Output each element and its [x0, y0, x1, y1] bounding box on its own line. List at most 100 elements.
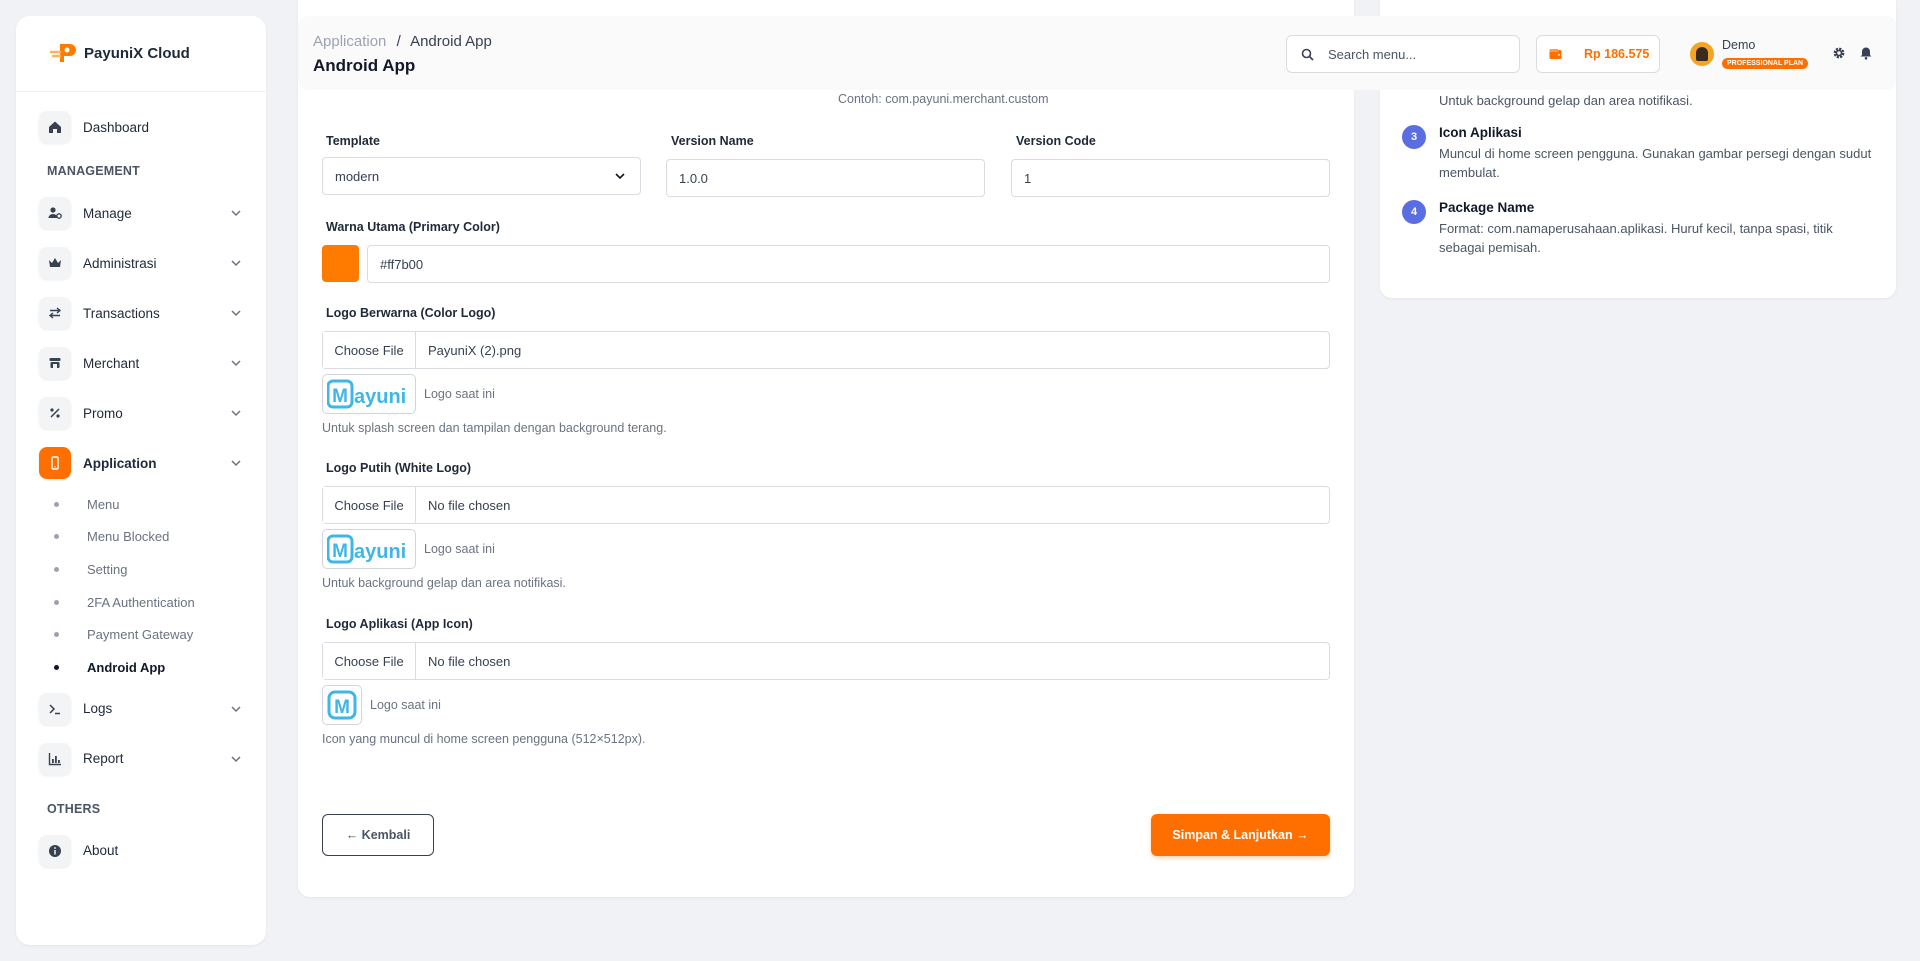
color-logo-help: Untuk splash screen dan tampilan dengan …: [322, 421, 667, 435]
sidebar-item-label: Transactions: [83, 305, 160, 321]
primary-color-label: Warna Utama (Primary Color): [326, 220, 500, 234]
primary-color-input[interactable]: #ff7b00: [367, 245, 1330, 283]
save-continue-button[interactable]: Simpan & Lanjutkan →: [1151, 814, 1330, 856]
user-gear-icon: [39, 197, 71, 229]
sidebar-subitem-label: Setting: [87, 561, 128, 577]
logo-letter: M: [332, 386, 348, 407]
bar-chart-icon: [39, 742, 71, 775]
percent-icon: [39, 397, 71, 429]
app-icon-label: Logo Aplikasi (App Icon): [326, 617, 473, 631]
user-menu[interactable]: Demo PROFESSIONAL PLAN: [1690, 38, 1809, 69]
sidebar-subitem-setting[interactable]: Setting: [16, 553, 266, 586]
sidebar-item-label: Merchant: [83, 355, 140, 371]
sidebar-item-about[interactable]: About: [16, 826, 266, 876]
chevron-down-icon: [231, 310, 241, 317]
version-code-input[interactable]: 1: [1011, 159, 1330, 197]
sidebar-subitem-menu[interactable]: Menu: [16, 488, 266, 521]
file-name: No file chosen: [428, 497, 511, 513]
sidebar-subitem-label: Menu: [87, 496, 120, 512]
bell-icon[interactable]: [1859, 46, 1873, 60]
arrows-exchange-icon: [39, 297, 71, 329]
chevron-down-icon: [231, 756, 241, 762]
payuni-logo-icon: M ayuni: [327, 534, 406, 564]
wallet-icon: [1549, 49, 1562, 59]
section-title-others: OTHERS: [47, 801, 101, 816]
step-number: 4: [1402, 200, 1426, 224]
sidebar-subitem-payment-gateway[interactable]: Payment Gateway: [16, 618, 266, 651]
sidebar-item-report[interactable]: Report: [16, 734, 266, 784]
brand[interactable]: PayuniX Cloud: [16, 16, 266, 92]
bullet-icon: [54, 534, 59, 540]
package-hint: Contoh: com.payuni.merchant.custom: [838, 92, 1049, 106]
sidebar-item-application[interactable]: Application: [16, 438, 266, 488]
search-box[interactable]: [1286, 35, 1520, 73]
chevron-down-icon: [615, 173, 625, 180]
info-icon: [39, 834, 71, 867]
breadcrumb-parent-link[interactable]: Application: [313, 33, 386, 50]
choose-file-button[interactable]: Choose File: [323, 332, 416, 368]
sidebar-item-label: Dashboard: [83, 119, 150, 135]
step-title: Package Name: [1439, 200, 1535, 215]
sidebar-item-label: Application: [83, 455, 157, 471]
home-icon: [39, 111, 71, 143]
logo-text: ayuni: [354, 541, 406, 563]
search-input[interactable]: [1328, 46, 1498, 62]
step-desc: Format: com.namaperusahaan.aplikasi. Hur…: [1439, 221, 1833, 255]
gear-icon[interactable]: [1832, 46, 1846, 60]
sidebar-subitem-menu-blocked[interactable]: Menu Blocked: [16, 521, 266, 554]
sidebar-subitem-label: Android App: [87, 659, 166, 675]
white-logo-preview: M ayuni: [322, 529, 416, 569]
color-picker-swatch[interactable]: [322, 245, 359, 282]
sidebar-item-promo[interactable]: Promo: [16, 388, 266, 438]
color-logo-file-input[interactable]: Choose File PayuniX (2).png: [322, 331, 1330, 369]
terminal-icon: [39, 692, 71, 725]
sidebar-item-label: Promo: [83, 405, 123, 421]
current-logo-note: Logo saat ini: [370, 698, 441, 712]
breadcrumb-separator: /: [396, 33, 401, 50]
chevron-down-icon: [231, 460, 241, 467]
current-logo-note: Logo saat ini: [424, 542, 495, 556]
file-name: PayuniX (2).png: [428, 342, 522, 358]
sidebar-nav: Dashboard MANAGEMENT Manage Administrasi…: [16, 92, 266, 876]
balance-amount: Rp 186.575: [1584, 47, 1650, 61]
sidebar-item-dashboard[interactable]: Dashboard: [16, 102, 266, 152]
logo-letter: M: [334, 697, 350, 718]
sidebar-item-manage[interactable]: Manage: [16, 188, 266, 238]
app-icon-help: Icon yang muncul di home screen pengguna…: [322, 732, 646, 746]
logo-letter: M: [332, 541, 348, 562]
bullet-icon: [54, 566, 59, 572]
template-select[interactable]: modern: [322, 157, 641, 195]
current-logo-note: Logo saat ini: [424, 387, 495, 401]
app-icon-preview: M: [322, 685, 362, 725]
breadcrumb: Application / Android App: [313, 33, 492, 50]
choose-file-button[interactable]: Choose File: [323, 643, 416, 679]
brand-name: PayuniX Cloud: [84, 45, 190, 62]
choose-file-button[interactable]: Choose File: [323, 487, 416, 523]
sidebar-subitem-2fa[interactable]: 2FA Authentication: [16, 586, 266, 619]
brand-logo-icon: [49, 43, 76, 62]
chevron-down-icon: [231, 706, 241, 712]
template-label: Template: [326, 134, 380, 148]
sidebar-item-logs[interactable]: Logs: [16, 684, 266, 734]
sidebar-item-transactions[interactable]: Transactions: [16, 288, 266, 338]
sidebar-item-administrasi[interactable]: Administrasi: [16, 238, 266, 288]
version-name-input[interactable]: 1.0.0: [666, 159, 985, 197]
chevron-down-icon: [231, 260, 241, 267]
color-logo-label: Logo Berwarna (Color Logo): [326, 306, 496, 320]
app-icon-file-input[interactable]: Choose File No file chosen: [322, 642, 1330, 680]
bullet-icon: [54, 632, 59, 638]
breadcrumb-current: Android App: [410, 33, 492, 50]
sidebar-item-merchant[interactable]: Merchant: [16, 338, 266, 388]
white-logo-label: Logo Putih (White Logo): [326, 461, 472, 475]
back-button[interactable]: ← Kembali: [322, 814, 434, 856]
main-form-card: [298, 0, 1354, 897]
sidebar-subitem-android-app[interactable]: Android App: [16, 651, 266, 684]
plan-badge: PROFESSIONAL PLAN: [1722, 58, 1809, 69]
sidebar-subitem-label: Payment Gateway: [87, 627, 194, 643]
guide-step: 3 Icon Aplikasi Muncul di home screen pe…: [1402, 125, 1879, 182]
balance-badge[interactable]: Rp 186.575: [1536, 35, 1660, 73]
primary-color-value: #ff7b00: [380, 256, 424, 272]
white-logo-file-input[interactable]: Choose File No file chosen: [322, 486, 1330, 524]
page-title: Android App: [313, 56, 416, 75]
bullet-icon: [54, 599, 59, 605]
